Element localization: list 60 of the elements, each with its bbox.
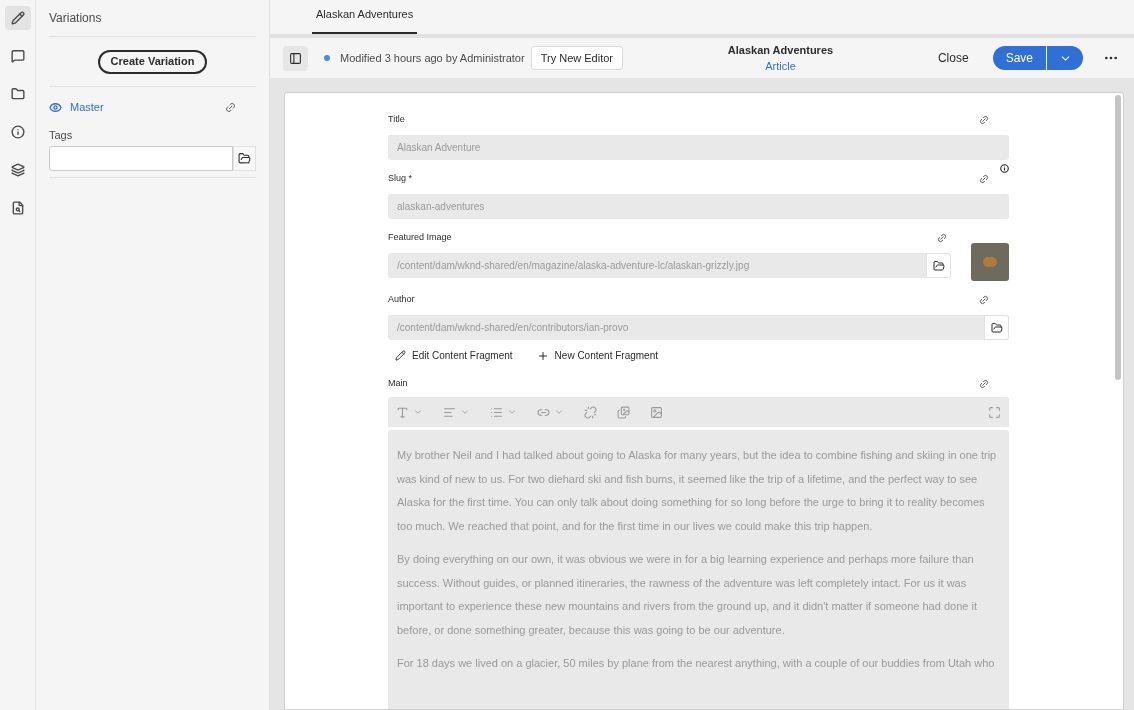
list-icon (490, 405, 503, 419)
paragraph: For 18 days we lived on a glacier, 50 miles by plane from the nearest anything, with a couple of our buddies from Utah who (397, 656, 996, 671)
chevron-down-icon (507, 407, 517, 417)
image-icon[interactable] (650, 405, 663, 419)
layers-icon (10, 163, 25, 177)
field-label: Author (388, 293, 416, 307)
edit-fragment-button[interactable]: Edit Content Fragment (395, 348, 513, 363)
paragraph: By doing everything on our own, it was obvious we were in for a big learning experience and perhaps more failure than success. Without guides, or planned itineraries, the rawness of the adventure was left completely intact. For us it was important to experience these new mountains and rivers from the ground up, and it didn't matter if someone had done it before, or done something greater, because this was going to be our adventure. (397, 552, 978, 638)
chevron-down-icon (460, 407, 470, 417)
fullscreen-icon[interactable] (988, 405, 1001, 419)
paragraph: My brother Neil and I had talked about going to Alaska for many years, but the idea to combine fishing and skiing in one trip was kind of new to us. For two diehard ski and fish bums, it seemed like the trip of a lifetime, and the perfect way to see Alaska for the first time. You can only talk about doing something for so long before the urge to bring it to reality becomes too much. We reached that point, and for the first time in our lives we could make this trip happen. (397, 448, 998, 534)
scrollbar-thumb[interactable] (1115, 95, 1121, 380)
tags-label: Tags (49, 128, 74, 143)
comment-icon (10, 49, 25, 63)
chevron-down-icon (554, 407, 564, 417)
field-label: Title (388, 113, 406, 127)
text-icon (396, 405, 409, 419)
eye-icon (49, 100, 62, 114)
images-icon[interactable] (617, 405, 630, 419)
align-icon (443, 405, 456, 419)
field-label: Slug * (388, 172, 414, 186)
field-value: /content/dam/wknd-shared/en/magazine/alaska-adventure-lc/alaskan-grizzly.jpg (396, 259, 751, 273)
panel-toggle-button[interactable] (283, 45, 308, 71)
field-value: alaskan-adventures (396, 200, 486, 214)
tags-input-field[interactable] (49, 145, 233, 171)
folder-icon (932, 259, 945, 272)
browse-button[interactable] (233, 145, 256, 171)
pencil-icon (10, 11, 25, 25)
folder-icon (10, 87, 25, 101)
document-title: Alaskan Adventures (727, 42, 834, 58)
folder-icon (238, 151, 251, 165)
save-button[interactable]: Save (992, 46, 1046, 70)
info-icon (10, 125, 25, 139)
pencil-icon (395, 350, 406, 361)
field-label: Main (388, 377, 409, 391)
search-icon (10, 201, 25, 215)
new-fragment-button[interactable]: New Content Fragment (536, 348, 658, 363)
modified-status: Modified 3 hours ago by Administrator (340, 50, 525, 66)
browse-button[interactable] (926, 253, 951, 278)
field-value: Alaskan Adventure (396, 141, 482, 155)
document-type-link[interactable]: Article (765, 58, 796, 75)
unlink-icon[interactable] (584, 405, 597, 419)
format-dropdown-button[interactable] (396, 405, 423, 419)
browse-button[interactable] (984, 315, 1009, 340)
close-button[interactable]: Close (937, 49, 969, 67)
panel-title: Variations (49, 10, 102, 27)
pencil-icon-button[interactable] (4, 6, 31, 30)
field-label: Featured Image (388, 231, 453, 245)
create-variation-button[interactable]: Create Variation (97, 49, 208, 74)
image-thumbnail (971, 243, 1009, 281)
plus-icon (536, 349, 549, 362)
save-options-button[interactable] (1047, 46, 1083, 70)
field-value: /content/dam/wknd-shared/en/contributors/ian-provo (396, 321, 630, 335)
panel-icon (289, 51, 302, 65)
variation-link[interactable]: Master (70, 98, 225, 116)
folder-icon (990, 321, 1003, 334)
chevron-down-icon (413, 407, 423, 417)
info-icon (1000, 164, 1009, 173)
document-tab[interactable]: Alaskan Adventures (312, 0, 418, 34)
try-new-editor-button[interactable]: Try New Editor (530, 46, 623, 70)
